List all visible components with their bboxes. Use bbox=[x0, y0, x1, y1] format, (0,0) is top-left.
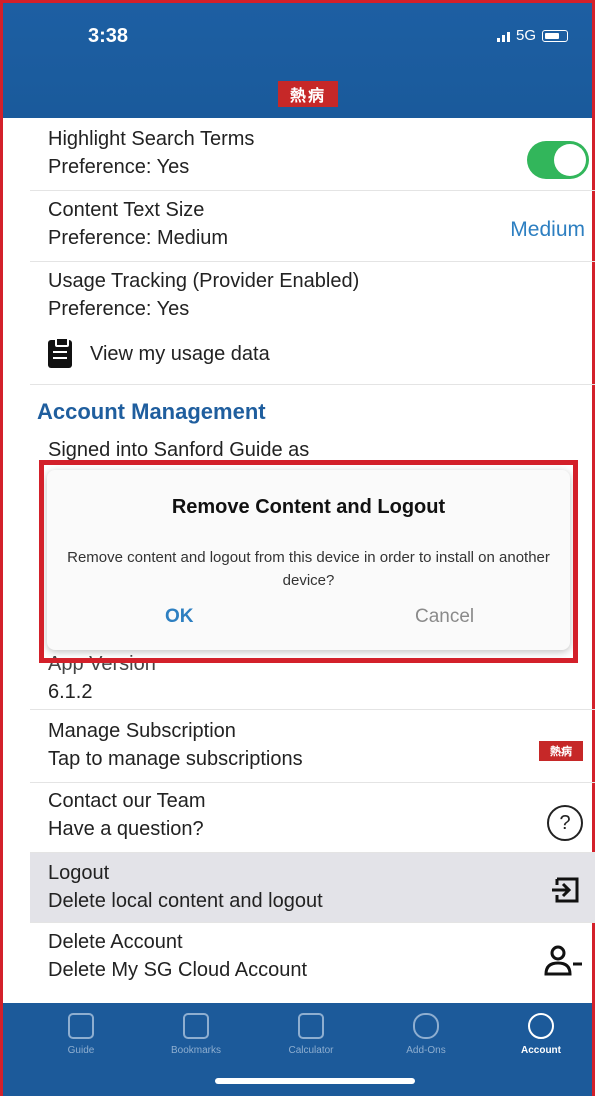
delete-sub: Delete My SG Cloud Account bbox=[48, 959, 308, 981]
app-logo: 熱病 bbox=[278, 81, 338, 107]
dialog-highlight-box bbox=[39, 460, 578, 663]
network-label: 5G bbox=[515, 27, 536, 44]
tab-bookmarks-label: Bookmarks bbox=[170, 1045, 221, 1056]
signal-icon bbox=[496, 30, 510, 42]
home-indicator bbox=[215, 1078, 415, 1084]
tab-guide[interactable]: Guide bbox=[41, 1013, 121, 1056]
battery-icon bbox=[542, 29, 568, 42]
delete-account-row[interactable]: Delete Account Delete My SG Cloud Accoun… bbox=[30, 928, 595, 994]
tab-account[interactable]: Account bbox=[501, 1013, 581, 1056]
tab-account-label: Account bbox=[521, 1045, 561, 1056]
contact-title: Contact our Team bbox=[48, 790, 206, 812]
tab-guide-label: Guide bbox=[67, 1045, 95, 1056]
highlight-toggle[interactable] bbox=[527, 141, 589, 179]
app-header: 3:38 5G 熱病 bbox=[3, 3, 592, 118]
manage-title: Manage Subscription bbox=[48, 720, 236, 742]
tab-addons-label: Add-Ons bbox=[406, 1045, 446, 1056]
highlight-search-row[interactable]: Highlight Search Terms Preference: Yes bbox=[30, 125, 595, 191]
text-size-row[interactable]: Content Text Size Preference: Medium Med… bbox=[30, 196, 595, 262]
clipboard-icon bbox=[48, 337, 72, 368]
app-version-value: 6.1.2 bbox=[48, 681, 93, 703]
section-account-management: Account Management bbox=[37, 399, 266, 424]
manage-sub: Tap to manage subscriptions bbox=[48, 748, 303, 770]
delete-title: Delete Account bbox=[48, 931, 183, 953]
tracking-title: Usage Tracking (Provider Enabled) bbox=[48, 270, 360, 292]
sanford-logo-icon: 熱病 bbox=[539, 741, 583, 761]
highlight-title: Highlight Search Terms bbox=[48, 128, 255, 150]
contact-team-row[interactable]: Contact our Team Have a question? ? bbox=[30, 787, 595, 853]
tab-calculator[interactable]: Calculator bbox=[271, 1013, 351, 1056]
tab-addons[interactable]: Add-Ons bbox=[386, 1013, 466, 1056]
manage-subscription-row[interactable]: Manage Subscription Tap to manage subscr… bbox=[30, 717, 595, 783]
calculator-icon bbox=[298, 1013, 324, 1039]
logout-icon bbox=[552, 877, 579, 903]
text-size-value[interactable]: Medium bbox=[510, 218, 585, 242]
book-icon bbox=[68, 1013, 94, 1039]
tab-calculator-label: Calculator bbox=[288, 1045, 334, 1056]
bookmark-icon bbox=[183, 1013, 209, 1039]
tab-bookmarks[interactable]: Bookmarks bbox=[156, 1013, 236, 1056]
logout-row[interactable]: Logout Delete local content and logout bbox=[30, 853, 595, 923]
remove-user-icon bbox=[544, 945, 582, 976]
logout-title: Logout bbox=[48, 862, 110, 884]
status-indicators: 5G bbox=[496, 27, 568, 44]
tracking-pref: Preference: Yes bbox=[48, 298, 190, 320]
highlight-pref: Preference: Yes bbox=[48, 156, 190, 178]
status-time: 3:38 bbox=[88, 25, 129, 47]
cloud-download-icon bbox=[413, 1013, 439, 1039]
help-icon: ? bbox=[547, 805, 583, 841]
contact-sub: Have a question? bbox=[48, 818, 204, 840]
logout-sub: Delete local content and logout bbox=[48, 890, 323, 912]
account-gear-icon bbox=[528, 1013, 554, 1039]
usage-link-label: View my usage data bbox=[90, 342, 270, 365]
view-usage-link[interactable]: View my usage data bbox=[48, 337, 270, 368]
